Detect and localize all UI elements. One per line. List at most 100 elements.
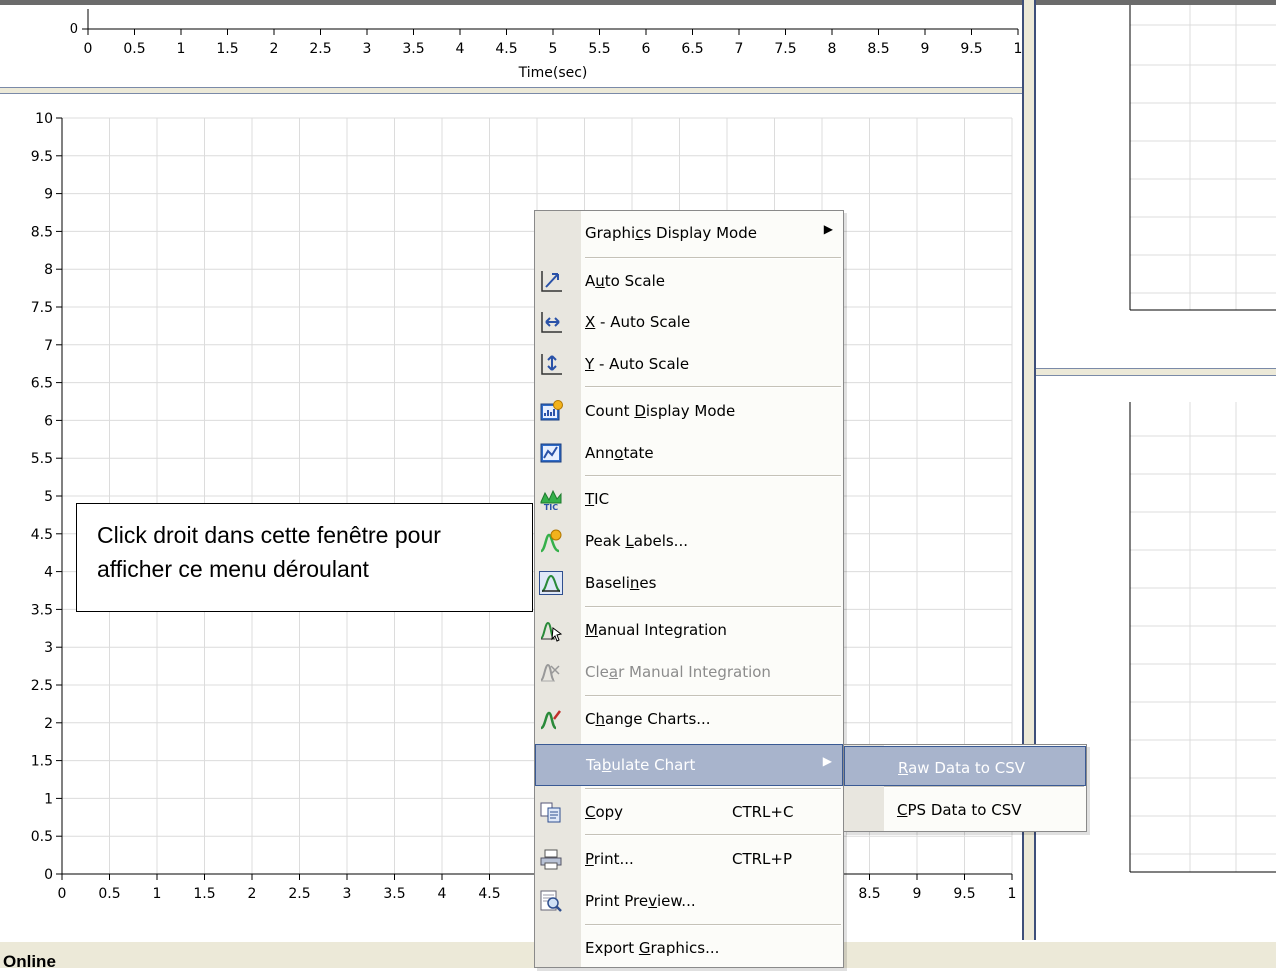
top-y-tick-label: 0 [70, 22, 78, 37]
menu-label-part: Ta [586, 756, 602, 774]
submenu-arrow-icon: ▶ [822, 754, 832, 768]
change-charts-icon [539, 707, 563, 731]
menu-separator [585, 257, 841, 259]
menu-item-label: Count Display Mode [585, 402, 735, 420]
menu-label-part: raphics... [650, 939, 720, 957]
manual-integration-icon [539, 618, 563, 642]
tic-icon: TIC [539, 487, 563, 512]
menu-item-label: Auto Scale [585, 272, 665, 290]
menu-item-graphics-display-mode[interactable]: Graphics Display Mode ▶ [535, 213, 843, 253]
menu-item-baselines[interactable]: Baselines [535, 563, 843, 603]
top-x-tick-label: 4.5 [495, 41, 517, 57]
menu-access-key: u [595, 272, 605, 290]
main-y-tick-label: 0 [44, 867, 53, 883]
main-y-tick-label: 3 [44, 640, 53, 656]
menu-separator [585, 924, 841, 926]
menu-item-change-charts[interactable]: Change Charts... [535, 699, 843, 739]
main-x-tick-label: 2 [248, 886, 257, 902]
menu-item-print[interactable]: Print... CTRL+P [535, 839, 843, 879]
menu-item-copy[interactable]: Copy CTRL+C [535, 792, 843, 832]
main-y-tick-label: 8 [44, 262, 53, 278]
menu-access-key: G [638, 939, 651, 957]
main-x-tick-label: 8.5 [858, 886, 880, 902]
menu-item-x-auto-scale[interactable]: X - Auto Scale [535, 302, 843, 342]
menu-access-key: v [648, 892, 658, 910]
top-x-tick-label: 4 [456, 41, 465, 57]
main-y-tick-label: 6.5 [31, 376, 53, 392]
main-y-tick-label: 5.5 [31, 451, 53, 467]
menu-label-part: Print Pre [585, 892, 649, 910]
top-x-tick-label: 7.5 [774, 41, 796, 57]
menu-label-part: Peak [585, 532, 626, 550]
right-top-panel[interactable] [1036, 5, 1276, 368]
menu-item-label: Copy [585, 803, 623, 821]
right-bottom-panel[interactable] [1036, 376, 1276, 936]
top-x-tick-label: 9 [921, 41, 930, 57]
menu-access-key: n [629, 574, 640, 592]
main-y-tick-label: 4.5 [31, 527, 53, 543]
menu-item-label: Print Preview... [585, 892, 696, 910]
copy-icon [539, 800, 563, 824]
print-preview-icon [539, 889, 563, 913]
menu-item-peak-labels[interactable]: Peak Labels... [535, 521, 843, 561]
menu-item-print-preview[interactable]: Print Preview... [535, 881, 843, 921]
menu-label-part: abels... [633, 532, 688, 550]
menu-item-label: Peak Labels... [585, 532, 688, 550]
menu-item-label: Tabulate Chart [586, 756, 695, 774]
menu-label-part: Graphi [585, 224, 636, 242]
submenu-item-raw-data-to-csv[interactable]: Raw Data to CSV [844, 746, 1086, 786]
menu-label-part: Count [585, 402, 635, 420]
menu-access-key: M [585, 621, 598, 639]
y-auto-scale-icon [539, 352, 563, 376]
menu-separator [585, 834, 841, 836]
main-y-tick-label: 2 [44, 716, 53, 732]
right-bottom-mini-chart [1129, 402, 1276, 873]
menu-item-tic[interactable]: TIC TIC [535, 479, 843, 519]
peak-labels-icon [539, 529, 563, 553]
menu-item-clear-manual-integration: Clear Manual Integration [535, 652, 843, 692]
menu-item-label: CPS Data to CSV [897, 801, 1022, 819]
top-x-tick-label: 2.5 [309, 41, 331, 57]
main-y-tick-label: 7.5 [31, 300, 53, 316]
menu-separator [585, 386, 841, 388]
menu-item-tabulate-chart[interactable]: Tabulate Chart ▶ [535, 744, 843, 786]
menu-item-manual-integration[interactable]: Manual Integration [535, 610, 843, 650]
submenu-arrow-icon: ▶ [823, 222, 833, 236]
menu-access-key: D [634, 402, 646, 420]
main-x-tick-label: 3 [343, 886, 352, 902]
menu-label-part: - Auto Scale [594, 355, 690, 373]
submenu-item-cps-data-to-csv[interactable]: CPS Data to CSV [844, 789, 1086, 827]
right-top-mini-chart [1129, 5, 1276, 311]
top-chart-panel[interactable]: 0 0 0.5 1 1.5 2 2.5 3 3.5 4 4.5 5 5.5 6 6.5 7 7.5 8 8.5 9 9.… [0, 5, 1022, 87]
menu-label-part: s Display Mode [643, 224, 757, 242]
menu-item-annotate[interactable]: Annotate [535, 433, 843, 473]
menu-label-part: rint... [593, 850, 634, 868]
main-y-tick-label: 4 [44, 565, 53, 581]
menu-access-key: L [625, 532, 634, 550]
menu-item-y-auto-scale[interactable]: Y - Auto Scale [535, 344, 843, 384]
annotate-icon [539, 441, 563, 465]
menu-label-part: A [585, 272, 596, 290]
menu-item-label: Clear Manual Integration [585, 663, 771, 681]
right-panel-divider[interactable] [1036, 368, 1276, 376]
top-x-tick-label: 0.5 [123, 41, 145, 57]
top-x-tick-label: 1.5 [216, 41, 238, 57]
print-icon [539, 847, 563, 871]
menu-label-part: Cle [585, 663, 609, 681]
menu-label-part: isplay Mode [645, 402, 736, 420]
menu-label-part: - Auto Scale [595, 313, 691, 331]
menu-label-part: aw Data to CSV [908, 759, 1025, 777]
top-x-tick-label: 6 [642, 41, 651, 57]
main-y-tick-label: 8.5 [31, 224, 53, 240]
menu-access-key: C [585, 803, 596, 821]
menu-item-auto-scale[interactable]: Auto Scale [535, 261, 843, 301]
menu-label-part: IC [594, 490, 610, 508]
menu-access-key: R [898, 759, 909, 777]
menu-item-count-display-mode[interactable]: Count Display Mode [535, 391, 843, 431]
instruction-callout: Click droit dans cette fenêtre pour affi… [76, 503, 533, 612]
top-x-tick-label: 3.5 [402, 41, 424, 57]
menu-item-shortcut: CTRL+P [732, 850, 793, 868]
menu-label-part: opy [595, 803, 624, 821]
menu-item-export-graphics[interactable]: Export Graphics... [535, 928, 843, 968]
main-x-tick-label: 3.5 [383, 886, 405, 902]
